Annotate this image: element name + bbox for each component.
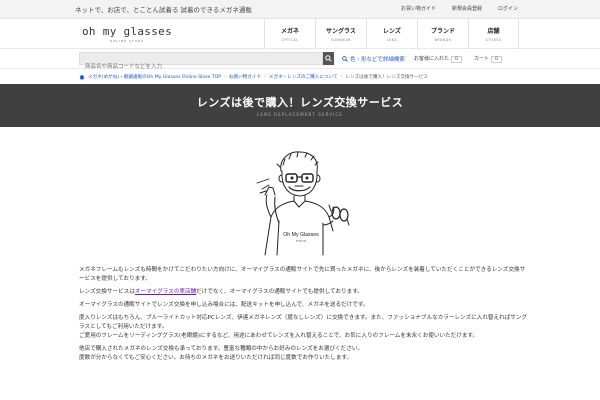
site-logo[interactable]: oh my glasses ONLINE STORE: [82, 25, 172, 43]
breadcrumb-separator: ›: [340, 74, 343, 79]
page-subtitle: LENS REPLACEMENT SERVICE: [257, 112, 343, 117]
logo-subtext: ONLINE STORE: [109, 39, 145, 43]
paragraph-lenses-b: ご愛用のフレームをリーディンググラス(老眼鏡)にするなど、用途にあわせてレンズを…: [79, 333, 479, 339]
nav-sublabel: OPTICAL: [281, 38, 299, 42]
real-store-link[interactable]: オーマイグラスの実店舗: [135, 289, 196, 295]
paragraph-service-after: だけでなく、オーマイグラスの通販サイトでも提供しております。: [196, 289, 363, 295]
site-tagline: ネットで、お店で、とことん試着る 試着のできるメガネ通販: [75, 6, 252, 14]
breadcrumb-guide[interactable]: お買い物ガイド: [229, 74, 261, 80]
cart-button[interactable]: カート 0: [474, 55, 502, 63]
nav-sunwear[interactable]: サングラス SUNWEAR: [315, 19, 366, 49]
nav-sublabel: BRANDS: [434, 38, 452, 42]
breadcrumb-current: レンズは後で購入！レンズ交換サービス: [345, 74, 428, 80]
nav-lens[interactable]: レンズ LENS: [366, 19, 417, 49]
nav-sublabel: LENS: [386, 38, 398, 42]
nav-sublabel: SUNWEAR: [330, 38, 352, 42]
paragraph-lenses: 度入りレンズはもちろん、ブルーライトカット対応PCレンズ、伊達メガネレンズ（度な…: [79, 314, 529, 341]
search-icon: [325, 55, 332, 62]
paragraph-other-stores: 他店で購入されたメガネのレンズ交換も承っております。豊富な種類の中からお好みのレ…: [79, 345, 529, 363]
nav-label: サングラス: [326, 28, 356, 35]
nav-label: ブランド: [430, 28, 455, 35]
main-nav: メガネ OPTICAL サングラス SUNWEAR レンズ LENS ブランド …: [264, 19, 519, 49]
paragraph-other-a: 他店で購入されたメガネのレンズ交換も承っております。豊富な種類の中からお好みのレ…: [79, 346, 364, 352]
nav-label: レンズ: [383, 28, 401, 35]
search-input[interactable]: [80, 61, 310, 73]
page-banner: レンズは後で購入！レンズ交換サービス LENS REPLACEMENT SERV…: [0, 84, 600, 127]
nav-label: 店舗: [487, 28, 500, 35]
advanced-search-link[interactable]: 色・形などで詳細検索: [342, 55, 405, 63]
cart-label: カート: [474, 56, 490, 62]
paragraph-other-b: 度数が分からなくてもご安心ください。お持ちのメガネをお送りいただければ同じ度数で…: [79, 355, 353, 361]
guide-link[interactable]: お買い物ガイド: [401, 5, 436, 12]
paragraph-intro: メガネフレームもレンズも時間をかけてこだわりたい方向けに、オーマイグラスの通販サ…: [79, 267, 526, 282]
nav-brands[interactable]: ブランド BRANDS: [417, 19, 468, 49]
breadcrumb-separator: ›: [264, 74, 266, 79]
main-content: メガネフレームもレンズも時間をかけてこだわりたい方向けに、オーマイグラスの通販サ…: [79, 266, 529, 367]
staff-illustration: Oh My Glasses TOKYO: [245, 145, 355, 261]
nav-stores[interactable]: 店舗 STORES: [468, 19, 519, 49]
paragraph-kit: オーマイグラスの通販サイトでレンズ交換を申し込み場合には、配送キットを申し込んで…: [79, 302, 369, 308]
breadcrumb-purchase[interactable]: メガネ・レンズのご購入について: [269, 74, 338, 80]
register-link[interactable]: 新規会員登録: [452, 5, 482, 12]
paragraph-lenses-a: 度入りレンズはもちろん、ブルーライトカット対応PCレンズ、伊達メガネレンズ（度な…: [79, 315, 528, 330]
nav-sublabel: STORES: [485, 38, 502, 42]
nav-optical[interactable]: メガネ OPTICAL: [264, 19, 315, 49]
search-row: 色・形などで詳細検索 お客様に入れた0 カート0: [0, 49, 600, 73]
advanced-search-label: 色・形などで詳細検索: [350, 57, 405, 63]
search-icon: [342, 56, 348, 62]
breadcrumb-separator: ›: [224, 74, 226, 79]
search-button[interactable]: [323, 52, 334, 65]
login-link[interactable]: ログイン: [498, 5, 518, 12]
recent-items[interactable]: お客様に入れた 0: [414, 55, 462, 63]
staff-illustration-drawing: Oh My Glasses TOKYO: [256, 151, 350, 256]
nav-label: メガネ: [280, 28, 299, 35]
top-links: お買い物ガイド 新規会員登録 ログイン: [401, 5, 518, 12]
shirt-logo-text: Oh My Glasses: [283, 232, 319, 238]
top-bar: ネットで、お店で、とことん試着る 試着のできるメガネ通販 お買い物ガイド 新規会…: [0, 0, 600, 19]
page-title: レンズは後で購入！レンズ交換サービス: [196, 96, 404, 109]
logo-text: oh my glasses: [82, 25, 172, 38]
cart-count-badge: 0: [491, 56, 502, 63]
shirt-sub-text: TOKYO: [296, 239, 307, 243]
home-icon: [79, 74, 85, 79]
site-header: oh my glasses ONLINE STORE メガネ OPTICAL サ…: [0, 19, 600, 49]
breadcrumb-home[interactable]: メガネ(めがね)・眼鏡通販のOh My Glasses Online Store…: [88, 74, 221, 80]
search-box: [79, 52, 323, 73]
recent-label: お客様に入れた: [414, 56, 450, 62]
paragraph-service: レンズ交換サービスはオーマイグラスの実店舗だけでなく、オーマイグラスの通販サイト…: [79, 288, 529, 297]
recent-count-badge: 0: [451, 56, 462, 63]
paragraph-service-before: レンズ交換サービスは: [79, 289, 135, 295]
